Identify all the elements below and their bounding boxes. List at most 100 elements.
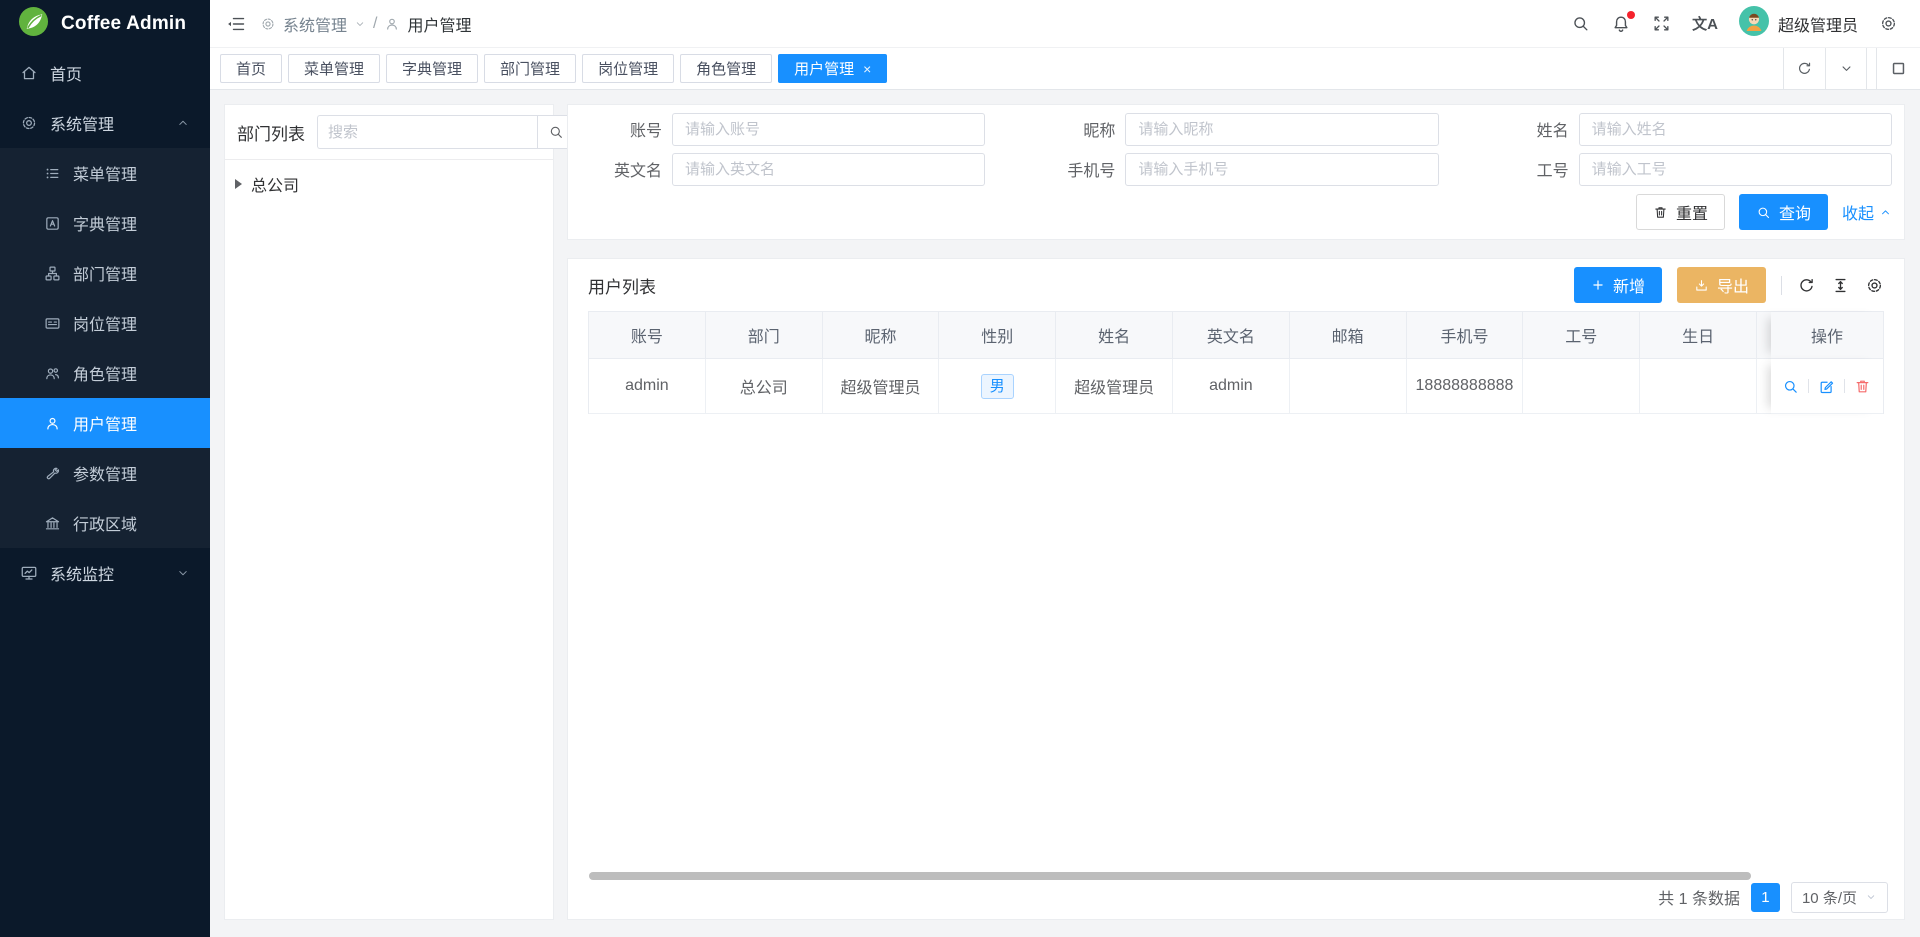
tab-role-management[interactable]: 角色管理 (680, 54, 772, 83)
tab-menu-management[interactable]: 菜单管理 (288, 54, 380, 83)
department-panel: 部门列表 ⋮ 总公司 (224, 104, 554, 920)
cell-account: admin (589, 359, 706, 414)
cell-phone: 18888888888 (1407, 359, 1524, 414)
name-input[interactable] (1579, 113, 1892, 146)
cell-actions (1771, 359, 1883, 414)
dept-tree-node-root[interactable]: 总公司 (225, 160, 553, 208)
user-table: 账号 部门 昵称 性别 姓名 英文名 邮箱 手机号 工号 生日 操作 (588, 311, 1884, 414)
filter-field-phone: 手机号 (1033, 149, 1438, 189)
bank-icon (44, 515, 61, 532)
phone-input[interactable] (1125, 153, 1438, 186)
wrench-icon (44, 465, 61, 482)
caret-right-icon[interactable] (235, 179, 242, 189)
sidebar-item-system-management[interactable]: 系统管理 (0, 98, 210, 148)
monitor-icon (20, 564, 38, 582)
cell-job-no (1523, 359, 1640, 414)
notification-dot (1627, 11, 1635, 19)
filter-field-name: 姓名 (1487, 109, 1892, 149)
collapse-filter-link[interactable]: 收起 (1842, 200, 1892, 224)
sidebar-item-user-management[interactable]: 用户管理 (0, 398, 210, 448)
notification-bell-icon[interactable] (1611, 14, 1631, 34)
sidebar-item-post-management[interactable]: 岗位管理 (0, 298, 210, 348)
tab-home[interactable]: 首页 (220, 54, 282, 83)
user-list-title: 用户列表 (588, 273, 656, 298)
user-menu[interactable]: 超级管理员 (1739, 6, 1858, 41)
fullscreen-icon[interactable] (1652, 14, 1671, 33)
tab-user-management[interactable]: 用户管理 × (778, 54, 887, 83)
chevron-up-icon (1879, 206, 1892, 219)
table-settings-icon[interactable] (1865, 276, 1884, 295)
page-size-select[interactable]: 10 条/页 (1791, 882, 1888, 913)
column-spacer (1757, 359, 1771, 414)
column-header: 工号 (1523, 312, 1640, 359)
sidebar-item-menu-management[interactable]: 菜单管理 (0, 148, 210, 198)
filter-field-job-no: 工号 (1487, 149, 1892, 189)
row-edit-icon[interactable] (1818, 378, 1835, 395)
filter-field-nickname: 昵称 (1033, 109, 1438, 149)
breadcrumb-current-page: 用户管理 (407, 12, 471, 36)
dept-tree-node-label: 总公司 (251, 172, 299, 196)
divider (1781, 276, 1782, 295)
sidebar-item-dict-management[interactable]: 字典管理 (0, 198, 210, 248)
tabs-dropdown-icon[interactable] (1825, 48, 1867, 90)
job-no-input[interactable] (1579, 153, 1892, 186)
sidebar-collapse-icon[interactable] (226, 14, 246, 34)
dept-panel-title: 部门列表 (237, 120, 305, 145)
query-button[interactable]: 查询 (1739, 194, 1828, 230)
sidebar-item-system-monitor[interactable]: 系统监控 (0, 548, 210, 598)
column-header: 性别 (939, 312, 1056, 359)
top-header: 系统管理 / 用户管理 文A (210, 0, 1920, 48)
settings-gear-icon[interactable] (1879, 14, 1898, 33)
sidebar: Coffee Admin 首页 系统管理 菜单管理 字典管理 (0, 0, 210, 937)
sidebar-item-home[interactable]: 首页 (0, 48, 210, 98)
list-icon (44, 165, 61, 182)
column-header-actions: 操作 (1771, 312, 1883, 359)
tab-dept-management[interactable]: 部门管理 (484, 54, 576, 83)
leaf-logo-icon (18, 6, 49, 42)
user-icon (44, 415, 61, 432)
header-search-icon[interactable] (1571, 14, 1590, 33)
sidebar-item-role-management[interactable]: 角色管理 (0, 348, 210, 398)
app-title: Coffee Admin (61, 13, 186, 35)
horizontal-scrollbar[interactable] (589, 872, 1751, 880)
chevron-down-icon[interactable] (354, 18, 366, 30)
sidebar-item-param-management[interactable]: 参数管理 (0, 448, 210, 498)
column-header: 昵称 (823, 312, 940, 359)
pagination-page-1[interactable]: 1 (1751, 883, 1780, 912)
system-management-submenu: 菜单管理 字典管理 部门管理 岗位管理 角色管理 (0, 148, 210, 548)
row-delete-icon[interactable] (1854, 378, 1871, 395)
avatar (1739, 6, 1769, 41)
search-icon (548, 124, 564, 140)
language-translate-icon[interactable]: 文A (1692, 13, 1718, 34)
table-refresh-icon[interactable] (1797, 276, 1816, 295)
chevron-up-icon (176, 116, 190, 130)
reset-button[interactable]: 重置 (1636, 194, 1725, 230)
tab-post-management[interactable]: 岗位管理 (582, 54, 674, 83)
dept-search-input[interactable] (317, 115, 537, 149)
user-icon (384, 16, 400, 32)
add-user-button[interactable]: 新增 (1574, 267, 1662, 303)
cell-nickname: 超级管理员 (823, 359, 940, 414)
chevron-down-icon (1865, 891, 1877, 903)
people-icon (44, 365, 61, 382)
breadcrumb-section[interactable]: 系统管理 (283, 12, 347, 36)
app-logo: Coffee Admin (0, 0, 210, 48)
column-spacer (1757, 312, 1771, 359)
tab-dict-management[interactable]: 字典管理 (386, 54, 478, 83)
search-icon (1756, 205, 1771, 220)
tabs-refresh-icon[interactable] (1783, 48, 1825, 90)
nickname-input[interactable] (1125, 113, 1438, 146)
table-density-icon[interactable] (1831, 276, 1850, 295)
row-view-icon[interactable] (1782, 378, 1799, 395)
sidebar-item-dept-management[interactable]: 部门管理 (0, 248, 210, 298)
cell-email (1290, 359, 1407, 414)
tab-close-icon[interactable]: × (863, 62, 871, 76)
account-input[interactable] (672, 113, 985, 146)
en-name-input[interactable] (672, 153, 985, 186)
sidebar-menu: 首页 系统管理 菜单管理 字典管理 部门管理 (0, 48, 210, 598)
filter-field-en-name: 英文名 (580, 149, 985, 189)
export-button[interactable]: 导出 (1677, 267, 1766, 303)
sidebar-item-admin-region[interactable]: 行政区域 (0, 498, 210, 548)
gear-icon (20, 114, 38, 132)
content-maximize-icon[interactable] (1876, 48, 1920, 90)
